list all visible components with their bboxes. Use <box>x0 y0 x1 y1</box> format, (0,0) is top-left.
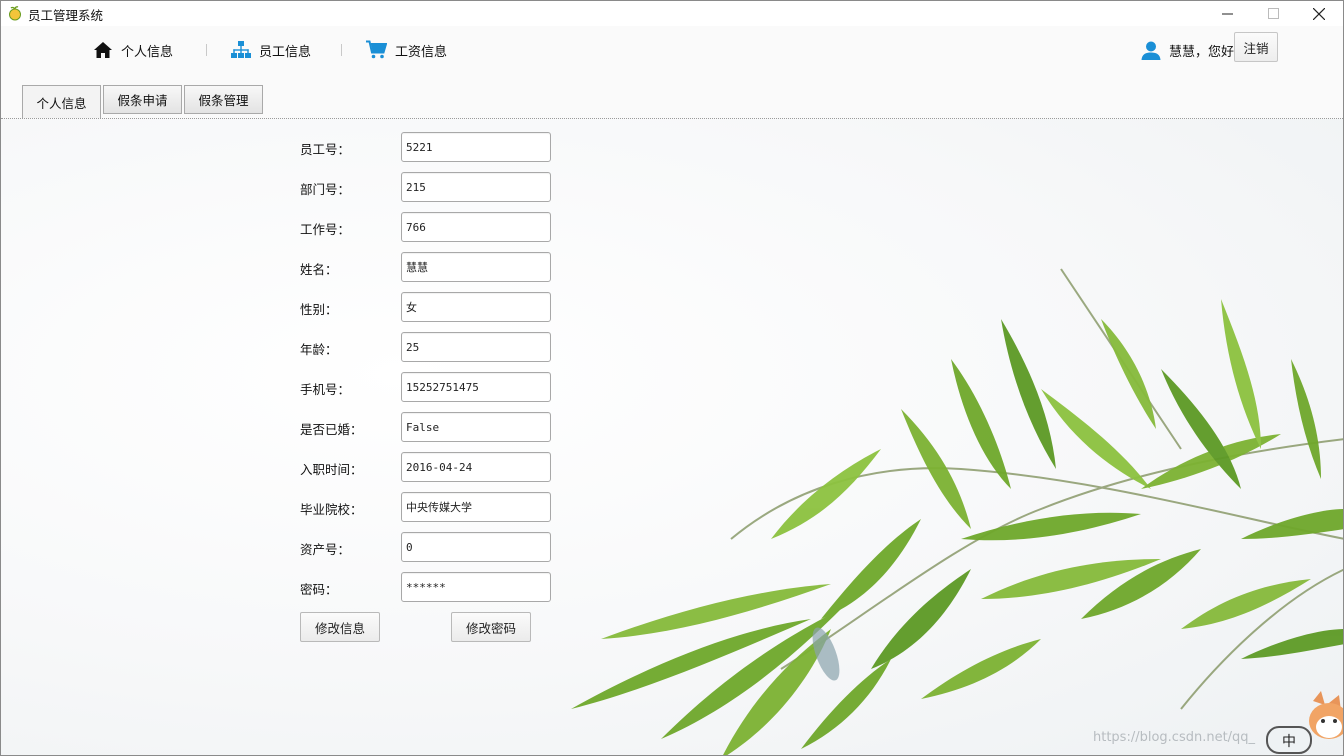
personal-info-panel: 员工号： 部门号： 工作号： 姓名： 性别： 年龄： 手机号： 是否已婚： <box>1 119 1343 756</box>
top-navigation: 个人信息 员工信息 工资信息 慧慧，您好 注销 个人信息 假条申请 假条管理 <box>1 26 1343 119</box>
nav-divider <box>206 44 207 56</box>
school-field[interactable] <box>401 492 551 522</box>
job-id-field[interactable] <box>401 212 551 242</box>
name-label: 姓名： <box>300 262 338 277</box>
married-label: 是否已婚： <box>300 422 363 437</box>
password-field[interactable] <box>401 572 551 602</box>
hire-date-field[interactable] <box>401 452 551 482</box>
password-label: 密码： <box>300 582 338 597</box>
form-row-job-id: 工作号： <box>1 212 601 242</box>
bamboo-background-image <box>571 268 1343 755</box>
minimize-button[interactable] <box>1204 1 1250 26</box>
nav-salary-info[interactable]: 工资信息 <box>366 37 447 63</box>
app-logo-icon <box>9 6 21 21</box>
phone-label: 手机号： <box>300 382 351 397</box>
user-greeting: 慧慧，您好 <box>1169 44 1235 60</box>
form-row-gender: 性别： <box>1 292 601 322</box>
user-greeting-area: 慧慧，您好 <box>1141 37 1234 63</box>
change-password-button[interactable]: 修改密码 <box>451 612 531 642</box>
nav-salary-label: 工资信息 <box>395 44 448 60</box>
window-title: 员工管理系统 <box>28 8 104 23</box>
department-id-field[interactable] <box>401 172 551 202</box>
minimize-icon <box>1221 13 1233 15</box>
nav-staff-label: 员工信息 <box>259 44 312 60</box>
form-row-department-id: 部门号： <box>1 172 601 202</box>
school-label: 毕业院校： <box>300 502 363 517</box>
title-bar[interactable]: 员工管理系统 <box>1 1 1343 26</box>
married-field[interactable] <box>401 412 551 442</box>
maximize-button[interactable] <box>1250 1 1296 26</box>
asset-id-field[interactable] <box>401 532 551 562</box>
edit-info-button[interactable]: 修改信息 <box>300 612 380 642</box>
nav-staff-info[interactable]: 员工信息 <box>231 37 311 63</box>
form-row-age: 年龄： <box>1 332 601 362</box>
department-id-label: 部门号： <box>300 182 351 197</box>
nav-personal-label: 个人信息 <box>121 44 174 60</box>
logout-button[interactable]: 注销 <box>1234 32 1278 62</box>
form-row-married: 是否已婚： <box>1 412 601 442</box>
close-icon <box>1313 7 1325 20</box>
job-id-label: 工作号： <box>300 222 351 237</box>
app-window: 员工管理系统 个人信息 员工信息 工资信息 慧慧，您好 注销 个人信息 假条申请… <box>0 0 1344 756</box>
name-field[interactable] <box>401 252 551 282</box>
form-row-asset-id: 资产号： <box>1 532 601 562</box>
employee-id-label: 员工号： <box>300 142 351 157</box>
cart-icon <box>366 40 387 59</box>
form-row-hire-date: 入职时间： <box>1 452 601 482</box>
form-row-name: 姓名： <box>1 252 601 282</box>
nav-personal-info[interactable]: 个人信息 <box>93 37 173 63</box>
org-chart-icon <box>231 41 251 58</box>
nav-divider <box>341 44 342 56</box>
hire-date-label: 入职时间： <box>300 462 363 477</box>
watermark-text: https://blog.csdn.net/qq_ <box>1093 730 1256 745</box>
asset-id-label: 资产号： <box>300 542 351 557</box>
tab-leave-management[interactable]: 假条管理 <box>184 85 263 114</box>
form-row-school: 毕业院校： <box>1 492 601 522</box>
tab-leave-request[interactable]: 假条申请 <box>103 85 182 114</box>
gender-label: 性别： <box>300 302 338 317</box>
maximize-icon <box>1267 8 1279 19</box>
form-row-phone: 手机号： <box>1 372 601 402</box>
employee-id-field[interactable] <box>401 132 551 162</box>
gender-field[interactable] <box>401 292 551 322</box>
age-field[interactable] <box>401 332 551 362</box>
tab-personal-info[interactable]: 个人信息 <box>22 85 101 118</box>
form-row-password: 密码： <box>1 572 601 602</box>
mascot-badge-text: 中 <box>1282 734 1296 750</box>
close-button[interactable] <box>1296 1 1342 26</box>
form-row-employee-id: 员工号： <box>1 132 601 162</box>
age-label: 年龄： <box>300 342 338 357</box>
mascot-ime-icon[interactable]: 中 <box>1263 691 1343 756</box>
home-icon <box>94 42 112 58</box>
phone-field[interactable] <box>401 372 551 402</box>
user-icon <box>1141 41 1161 60</box>
